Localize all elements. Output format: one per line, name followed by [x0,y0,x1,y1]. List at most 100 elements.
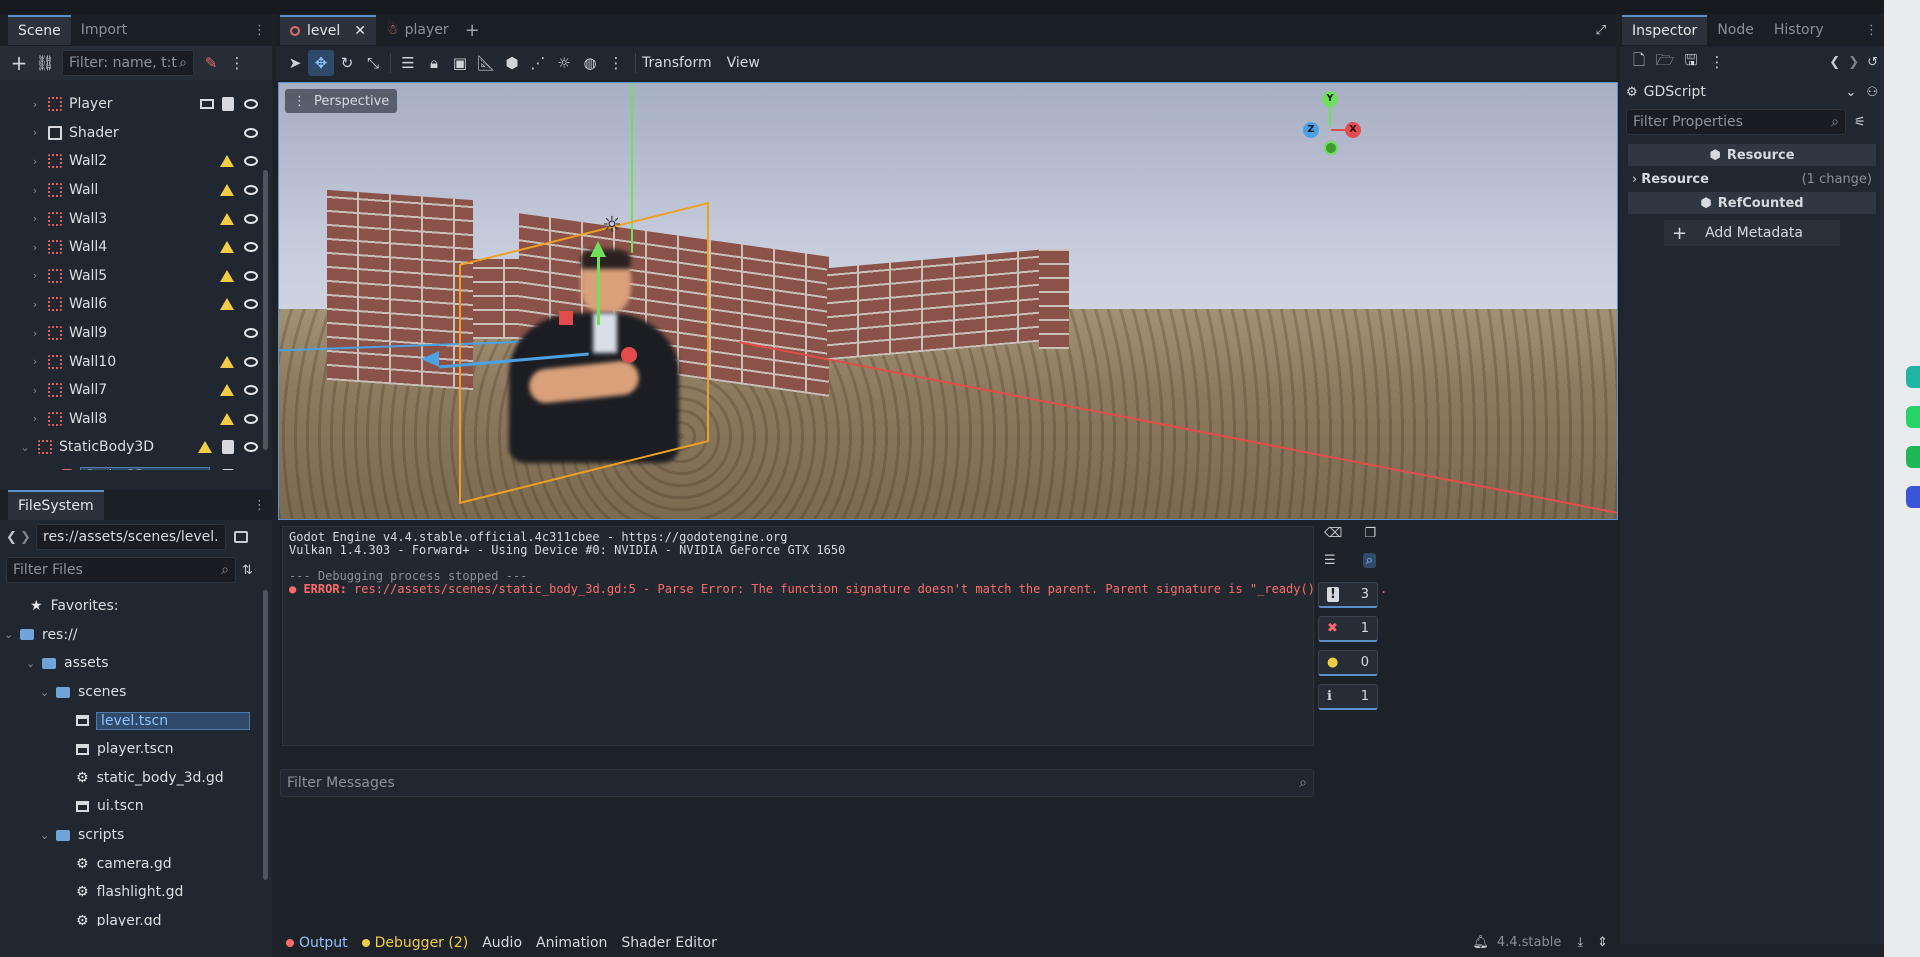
filesystem-menu-icon[interactable]: ⋮ [253,498,266,513]
warning-icon[interactable] [220,155,234,168]
copy-icon[interactable]: ❐ [1364,526,1376,541]
filesystem-item[interactable]: ★ Favorites: [0,592,272,621]
forward-arrow-icon[interactable]: ❯ [20,530,36,545]
section-refcounted-header[interactable]: ⬢ RefCounted [1628,192,1876,214]
local-space-icon[interactable]: ⬢ [499,50,525,76]
light-bulb-icon[interactable]: ☼ [602,213,622,238]
instance-icon[interactable] [200,99,214,110]
scene-tree-item[interactable]: ⌄ StaticBody3D [0,433,272,462]
group-icon[interactable]: ▣ [447,50,473,76]
chevron-down-icon[interactable]: ⌄ [4,628,20,641]
scene-tree-item[interactable]: › Wall4 [0,233,272,262]
visibility-eye-icon[interactable] [244,156,258,167]
filesystem-filter-input[interactable]: Filter Files ⌕ [6,557,236,583]
chevron-down-icon[interactable]: ⌄ [1845,85,1856,100]
fullscreen-icon[interactable]: ⤢ [1596,23,1606,38]
add-tab-icon[interactable]: + [465,20,480,41]
sun-icon[interactable]: ☼ [551,50,577,76]
chevron-down-icon[interactable]: ⌄ [26,657,42,670]
filesystem-item[interactable]: ui.tscn [0,792,272,821]
chevron-right-icon[interactable]: › [28,241,42,254]
warning-icon[interactable] [220,355,234,368]
gizmo-x-ball[interactable]: X [1345,122,1361,138]
environment-icon[interactable]: ◍ [577,50,603,76]
all-messages-counter[interactable]: ! 3 [1318,582,1378,608]
scene-tree-item[interactable]: › Wall8 [0,405,272,434]
clear-icon[interactable]: ⌫ [1324,526,1342,541]
scale-icon[interactable]: ⤡ [360,50,386,76]
scene-filter-input[interactable]: Filter: name, t:t ⌕ [62,50,194,76]
notification-icon[interactable]: 🔔︎ [1472,935,1489,950]
history-icon[interactable]: ↺ [1867,55,1878,70]
info-counter[interactable]: ℹ 1 [1318,684,1378,710]
select-icon[interactable]: ➤ [282,50,308,76]
pin-icon[interactable]: ⤓ [1577,935,1583,950]
new-resource-icon[interactable]: 🗋︎ [1626,49,1652,75]
filesystem-item[interactable]: ⚙ player.gd [0,907,272,926]
chevron-right-icon[interactable]: › [28,327,42,340]
settings-sliders-icon[interactable]: ⚟ [1854,115,1866,130]
tab-audio[interactable]: Audio [482,935,522,951]
tab-node[interactable]: Node [1707,15,1764,45]
tab-output[interactable]: Output [286,935,348,951]
section-resource-header[interactable]: ⬢ Resource [1628,144,1876,166]
errors-counter[interactable]: ✖ 1 [1318,616,1378,642]
chevron-right-icon[interactable]: › [28,412,42,425]
tab-animation[interactable]: Animation [536,935,607,951]
filesystem-item[interactable]: ⚙ flashlight.gd [0,878,272,907]
app-icon-1[interactable] [1906,366,1920,388]
save-icon[interactable]: 🖫︎ [1678,49,1704,75]
scene-tree-item[interactable]: › Wall2 [0,147,272,176]
chevron-right-icon[interactable]: › [28,126,42,139]
chevron-right-icon[interactable]: › [28,155,42,168]
filesystem-item[interactable]: ⌄ scripts [0,821,272,850]
perspective-button[interactable]: ⋮ Perspective [285,89,398,113]
scene-more-icon[interactable]: ⋮ [224,50,250,76]
gizmo-z-arrowhead[interactable] [421,351,439,367]
visibility-eye-icon[interactable] [244,127,258,138]
filesystem-item[interactable]: player.tscn [0,735,272,764]
warning-icon[interactable] [198,441,212,454]
scene-tree-item[interactable]: › Wall9 [0,319,272,348]
chevron-right-icon[interactable]: › [28,384,42,397]
tab-player[interactable]: ☃ player [376,15,459,45]
gizmo-neg-y-ball[interactable] [1324,141,1338,155]
filter-properties-input[interactable]: Filter Properties ⌕ [1626,109,1846,135]
back-arrow-icon[interactable]: ❮ [6,530,20,545]
warning-icon[interactable] [220,412,234,425]
add-metadata-button[interactable]: + Add Metadata [1664,220,1840,246]
tab-scene[interactable]: Scene [8,15,71,45]
chevron-down-icon[interactable]: ⌄ [40,686,56,699]
history-back-icon[interactable]: ❮ [1829,55,1840,70]
chevron-right-icon[interactable]: › [28,212,42,225]
visibility-eye-icon[interactable] [244,213,258,224]
link-icon[interactable]: ⛓ [32,50,58,76]
filter-lines-icon[interactable]: ☰ [1324,553,1336,568]
tab-filesystem[interactable]: FileSystem [8,490,104,520]
object-icon[interactable]: ⚇ [1866,85,1878,100]
warning-icon[interactable] [220,241,234,254]
whatsapp-icon[interactable] [1906,406,1920,428]
lock-icon[interactable]: 🔒︎ [421,50,447,76]
history-forward-icon[interactable]: ❯ [1848,55,1859,70]
visibility-eye-icon[interactable] [244,385,258,396]
scene-dock-menu-icon[interactable]: ⋮ [253,23,266,38]
visibility-eye-icon[interactable] [244,328,258,339]
gizmo-y-arrowhead[interactable] [590,241,606,257]
transform-menu[interactable]: Transform [642,55,712,71]
filesystem-item[interactable]: ⌄ scenes [0,678,272,707]
scene-tree-item[interactable]: Sprite3D [0,462,272,470]
gizmo-x-handle[interactable] [621,347,637,363]
orientation-gizmo[interactable]: Y Z X [1301,91,1361,157]
visibility-eye-icon[interactable] [244,413,258,424]
scene-tree-item[interactable]: › Wall [0,176,272,205]
tab-import[interactable]: Import [71,15,137,45]
filesystem-item[interactable]: ⌄ res:// [0,621,272,650]
visibility-eye-icon[interactable] [244,99,258,110]
tab-inspector[interactable]: Inspector [1622,15,1708,45]
chevron-right-icon[interactable]: › [28,184,42,197]
inspector-more-icon[interactable]: ⋮ [1704,49,1730,75]
script-icon[interactable] [222,440,234,455]
gizmo-y-ball[interactable]: Y [1322,91,1338,107]
scene-tree-item[interactable]: › Wall10 [0,347,272,376]
